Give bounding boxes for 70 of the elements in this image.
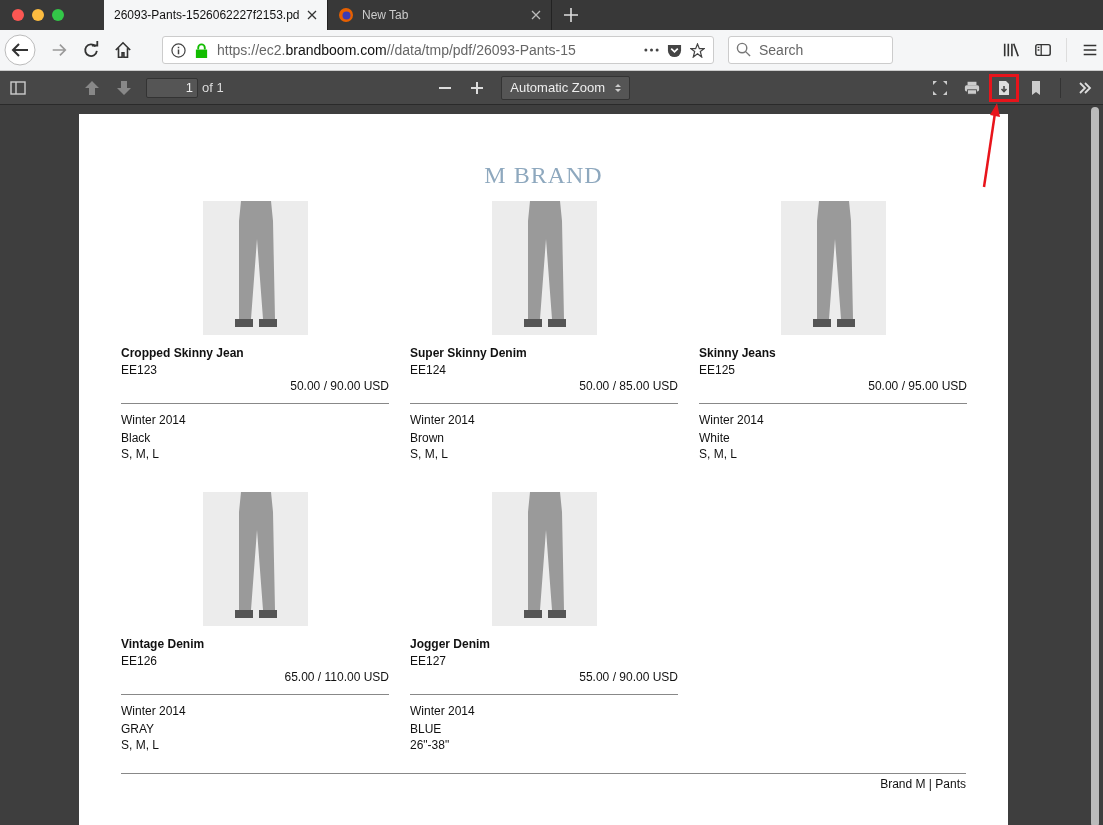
product-color: Black [121,430,152,446]
product-code: EE126 [121,653,159,669]
close-tab-icon[interactable] [307,10,317,20]
product-sizes: S, M, L [410,446,449,462]
zoom-in-icon[interactable] [469,79,486,96]
download-button[interactable] [989,73,1019,102]
close-window-icon[interactable] [12,9,24,21]
library-icon[interactable] [1002,41,1020,59]
new-tab-icon[interactable] [564,8,578,22]
product-season: Winter 2014 [410,703,476,719]
pocket-icon[interactable] [667,42,682,58]
tab-title: 26093-Pants-1526062227f2153.pd [114,8,299,22]
document-title: M BRAND [483,162,604,189]
close-tab-icon[interactable] [531,10,541,20]
info-icon[interactable] [171,42,186,58]
sidebar-icon[interactable] [1034,41,1052,59]
minimize-window-icon[interactable] [32,9,44,21]
product-name: Jogger Denim [410,636,491,653]
product-season: Winter 2014 [121,412,187,428]
product-season: Winter 2014 [699,412,765,428]
search-icon [736,42,751,57]
home-icon[interactable] [114,41,132,59]
sidebar-toggle-icon[interactable] [10,79,26,96]
product-price: 50.00 / 90.00 USD [289,378,389,395]
zoom-dropdown[interactable]: Automatic Zoom [501,75,630,100]
page-count: of 1 [202,80,224,95]
tab-title: New Tab [362,8,410,22]
product-sizes: S, M, L [121,446,160,462]
product-color: GRAY [121,721,156,737]
product-price: 65.00 / 110.00 USD [283,669,389,686]
product-sizes: 26"-38" [410,737,451,753]
product-code: EE125 [699,362,737,378]
product-name: Vintage Denim [121,636,206,653]
product-code: EE127 [410,653,448,669]
search-field[interactable]: Search [728,36,893,64]
product-price: 50.00 / 85.00 USD [578,378,678,395]
download-icon [996,79,1012,96]
product-color: Brown [410,430,445,446]
product-code: EE124 [410,362,448,378]
more-icon[interactable] [644,48,659,52]
product-name: Skinny Jeans [699,345,777,362]
product-price: 50.00 / 95.00 USD [867,378,967,395]
padlock-icon [194,42,209,58]
zoom-window-icon[interactable] [52,9,64,21]
product-name: Cropped Skinny Jean [121,345,245,362]
address-bar[interactable]: https://ec2.brandboom.com//data/tmp/pdf/26093-Pants-15 [162,36,714,64]
previous-page-icon[interactable] [84,79,100,96]
page-number-field[interactable]: 1 [146,77,198,98]
back-button[interactable] [4,34,36,66]
product-code: EE123 [121,362,159,378]
product-color: BLUE [410,721,443,737]
product-color: White [699,430,731,446]
product-price: 55.00 / 90.00 USD [578,669,678,686]
browser-tab[interactable]: 26093-Pants-1526062227f2153.pd [104,0,328,30]
fullscreen-icon[interactable] [932,79,948,96]
product-sizes: S, M, L [121,737,160,753]
star-icon[interactable] [690,42,705,58]
product-season: Winter 2014 [410,412,476,428]
page-footer: Brand M | Pants [121,777,966,791]
print-icon[interactable] [964,79,980,96]
tools-chevron-icon[interactable] [1077,79,1093,96]
reload-icon[interactable] [82,41,100,59]
url-text: https://ec2.brandboom.com//data/tmp/pdf/26093-Pants-15 [217,42,577,58]
product-season: Winter 2014 [121,703,187,719]
scrollbar-thumb[interactable] [1091,107,1099,825]
forward-icon[interactable] [50,41,68,59]
product-name: Super Skinny Denim [410,345,528,362]
product-sizes: S, M, L [699,446,738,462]
updown-caret-icon [615,82,621,93]
next-page-icon[interactable] [116,79,132,96]
